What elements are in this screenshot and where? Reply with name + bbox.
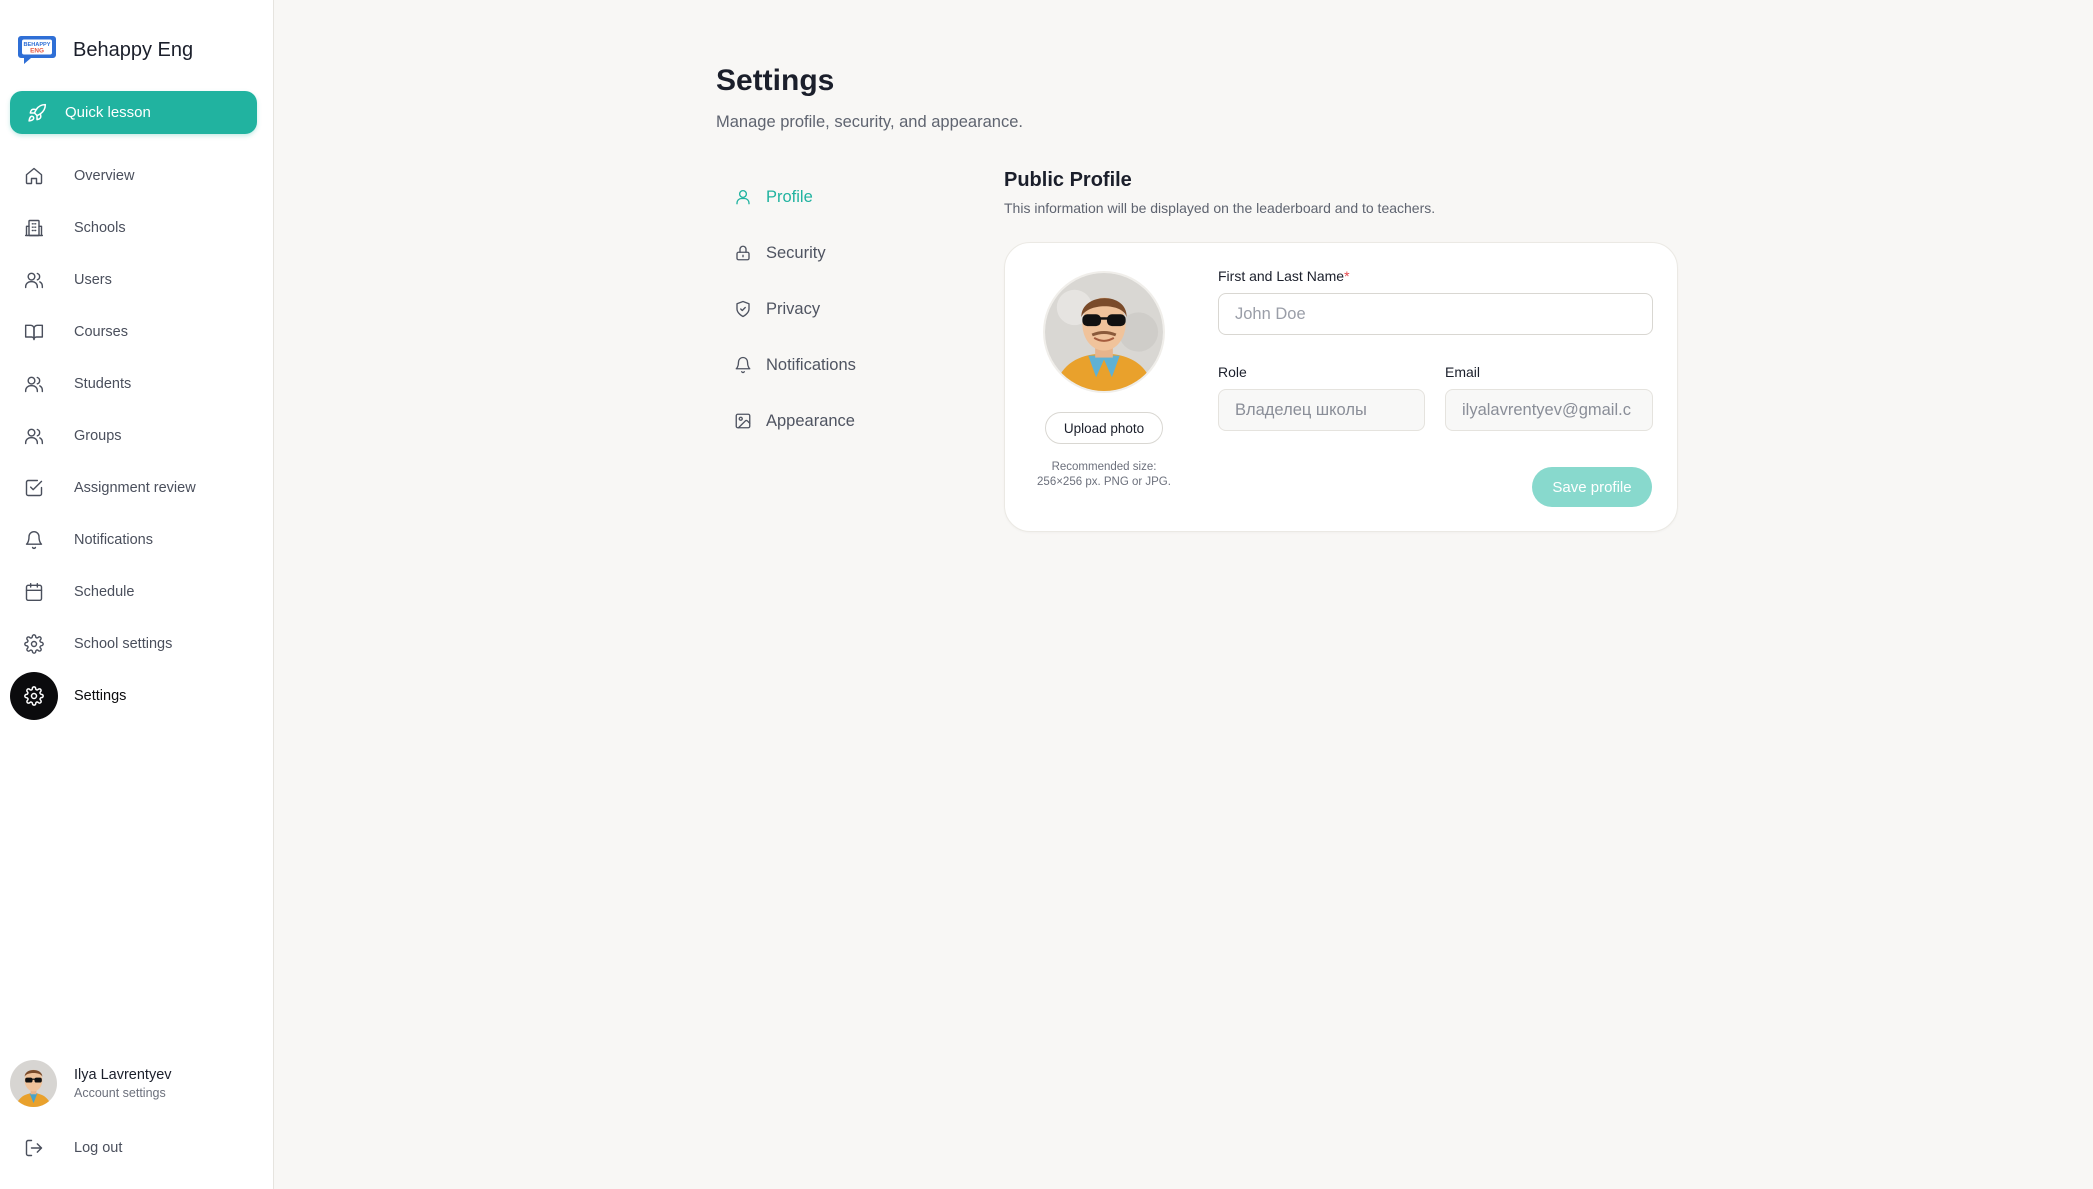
tab-appearance[interactable]: Appearance — [716, 393, 936, 449]
main-content: Settings Manage profile, security, and a… — [274, 0, 2093, 1189]
email-field-label: Email — [1445, 364, 1481, 380]
sidebar-item-label: Settings — [74, 688, 127, 704]
logout-label: Log out — [74, 1140, 123, 1156]
tab-privacy[interactable]: Privacy — [716, 281, 936, 337]
sidebar-item-groups[interactable]: Groups — [10, 410, 264, 462]
rocket-icon — [28, 103, 47, 122]
role-field-label: Role — [1218, 364, 1247, 380]
role-field — [1218, 389, 1425, 431]
tab-label: Appearance — [766, 411, 855, 430]
sidebar-item-courses[interactable]: Courses — [10, 306, 264, 358]
calendar-icon — [25, 582, 43, 602]
sidebar-item-schedule[interactable]: Schedule — [10, 566, 264, 618]
tab-notifications[interactable]: Notifications — [716, 337, 936, 393]
settings-subnav: Profile Security Privacy Notifications A… — [716, 169, 936, 449]
email-field — [1445, 389, 1653, 431]
logo-text-bottom: ENG — [30, 48, 44, 55]
tab-label: Privacy — [766, 299, 821, 318]
sidebar-item-settings[interactable]: Settings — [10, 670, 264, 722]
sidebar-item-label: Students — [74, 376, 132, 392]
sidebar-item-label: Users — [74, 272, 112, 288]
page-title: Settings — [716, 64, 835, 97]
lock-icon — [736, 245, 750, 261]
page-subtitle: Manage profile, security, and appearance… — [716, 113, 1023, 131]
sidebar-item-assignment-review[interactable]: Assignment review — [10, 462, 264, 514]
user-subtitle: Account settings — [74, 1086, 166, 1100]
upload-photo-button[interactable]: Upload photo — [1045, 412, 1163, 444]
quick-lesson-label: Quick lesson — [65, 104, 151, 121]
tab-label: Security — [766, 243, 826, 262]
home-icon — [25, 167, 43, 185]
name-field-label: First and Last Name* — [1218, 268, 1350, 284]
logout-icon — [25, 1139, 43, 1157]
book-icon — [24, 324, 44, 341]
sidebar-item-label: Schedule — [74, 584, 135, 600]
save-profile-button[interactable]: Save profile — [1532, 467, 1652, 507]
building-icon — [24, 219, 44, 237]
checkbox-icon — [25, 479, 43, 497]
sidebar-item-school-settings[interactable]: School settings — [10, 618, 264, 670]
name-input[interactable] — [1218, 293, 1653, 335]
bell-icon — [735, 356, 751, 374]
tab-security[interactable]: Security — [716, 225, 936, 281]
sidebar-item-label: Notifications — [74, 532, 153, 548]
name-label-text: First and Last Name — [1218, 268, 1345, 284]
section-subtitle: This information will be displayed on th… — [1004, 200, 1436, 216]
quick-lesson-button[interactable]: Quick lesson — [10, 91, 257, 134]
sidebar: BEHAPPY ENG Behappy Eng Quick lesson Ove… — [0, 0, 274, 1189]
avatar — [10, 1060, 57, 1107]
users-icon — [24, 272, 44, 289]
sidebar-item-schools[interactable]: Schools — [10, 202, 264, 254]
brand-name: Behappy Eng — [73, 38, 194, 61]
logout-button[interactable]: Log out — [10, 1124, 122, 1172]
account-settings-link[interactable]: Ilya Lavrentyev Account settings — [10, 1060, 172, 1107]
image-icon — [735, 413, 751, 429]
sidebar-item-label: Groups — [74, 428, 122, 444]
sidebar-item-users[interactable]: Users — [10, 254, 264, 306]
gear-icon — [24, 634, 44, 654]
sidebar-nav: Overview Schools Users Courses Students … — [10, 150, 264, 722]
tab-profile[interactable]: Profile — [716, 169, 936, 225]
gear-icon — [24, 686, 44, 706]
profile-avatar — [1043, 271, 1165, 393]
user-icon — [736, 189, 750, 205]
brand-logo: BEHAPPY ENG — [18, 36, 56, 64]
brand[interactable]: BEHAPPY ENG Behappy Eng — [0, 0, 273, 78]
section-title: Public Profile — [1004, 169, 1132, 191]
sidebar-item-label: School settings — [74, 636, 173, 652]
upload-hint-line: Recommended size: — [1051, 461, 1157, 473]
sidebar-item-label: Courses — [74, 324, 128, 340]
shield-icon — [736, 300, 750, 318]
required-marker: * — [1344, 268, 1350, 284]
profile-card: Upload photo Recommended size: 256×256 p… — [1004, 242, 1678, 532]
upload-hint: Recommended size: 256×256 px. PNG or JPG… — [1023, 460, 1185, 490]
user-name: Ilya Lavrentyev — [74, 1067, 172, 1083]
sidebar-item-notifications[interactable]: Notifications — [10, 514, 264, 566]
upload-hint-line: 256×256 px. PNG or JPG. — [1037, 476, 1171, 488]
bell-icon — [25, 531, 43, 550]
sidebar-item-label: Schools — [74, 220, 126, 236]
users-icon — [24, 428, 44, 445]
users-icon — [24, 376, 44, 393]
sidebar-item-students[interactable]: Students — [10, 358, 264, 410]
sidebar-item-label: Overview — [74, 168, 135, 184]
tab-label: Notifications — [766, 355, 856, 374]
tab-label: Profile — [766, 187, 813, 206]
sidebar-item-label: Assignment review — [74, 480, 196, 496]
sidebar-item-overview[interactable]: Overview — [10, 150, 264, 202]
